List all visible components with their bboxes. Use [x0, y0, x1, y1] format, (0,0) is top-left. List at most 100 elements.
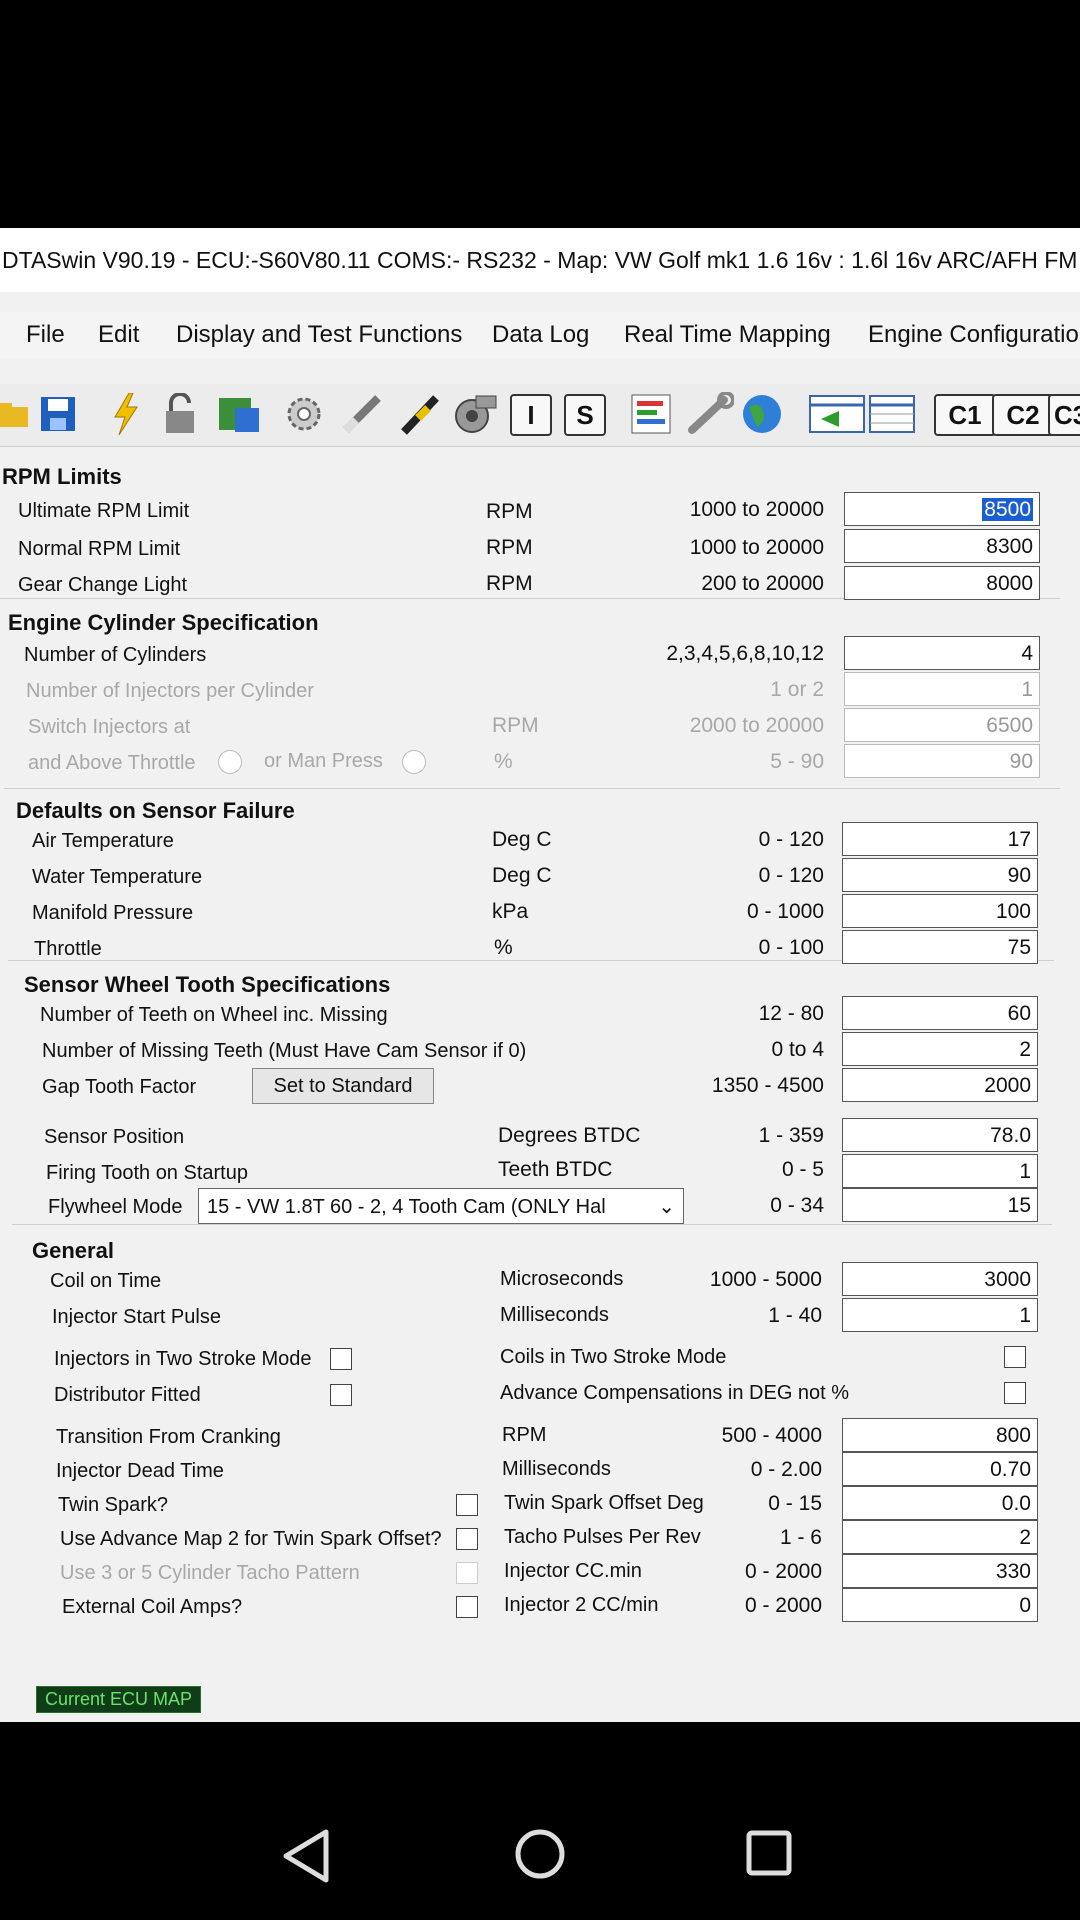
external-coil-amps-checkbox[interactable]	[456, 1596, 478, 1618]
flywheel-mode-input[interactable]: 15	[842, 1188, 1038, 1222]
menu-file[interactable]: File	[26, 312, 65, 358]
missing-teeth-input[interactable]: 2	[842, 1032, 1038, 1066]
c3-button[interactable]: C3	[1048, 394, 1080, 436]
injectors-per-cyl-input[interactable]: 1	[844, 672, 1040, 706]
teeth-on-wheel-input[interactable]: 60	[842, 996, 1038, 1030]
injector-cc-input[interactable]: 330	[842, 1554, 1038, 1588]
above-throttle-input[interactable]: 90	[844, 744, 1040, 778]
spark-plug-icon[interactable]	[340, 392, 384, 436]
advance-map2-checkbox[interactable]	[456, 1528, 478, 1550]
gear-icon[interactable]	[282, 392, 326, 436]
chart-icon[interactable]	[630, 392, 672, 436]
row-unit: %	[494, 936, 513, 959]
menu-data-log[interactable]: Data Log	[492, 312, 589, 358]
flywheel-mode-select[interactable]: 15 - VW 1.8T 60 - 2, 4 Tooth Cam (ONLY H…	[198, 1188, 684, 1224]
gap-tooth-input[interactable]: 2000	[842, 1068, 1038, 1102]
c2-button[interactable]: C2	[992, 394, 1054, 436]
row-range: 0 - 15	[768, 1492, 822, 1515]
row-label: Flywheel Mode	[48, 1196, 183, 1218]
row-range: 0 - 34	[770, 1194, 824, 1217]
back-icon[interactable]	[282, 1828, 330, 1884]
globe-icon[interactable]	[740, 392, 784, 436]
lock-icon[interactable]	[160, 392, 200, 436]
table-icon[interactable]	[868, 392, 916, 436]
twin-spark-offset-input[interactable]: 0.0	[842, 1486, 1038, 1520]
table-arrow-icon[interactable]	[808, 392, 866, 436]
distributor-fitted-checkbox[interactable]	[330, 1384, 352, 1406]
gear-change-input[interactable]: 8000	[844, 566, 1040, 600]
status-badge: Current ECU MAP	[36, 1686, 202, 1713]
window-title: DTASwin V90.19 - ECU:-S60V80.11 COMS:- R…	[0, 228, 1080, 292]
menu-engine-config[interactable]: Engine Configuratio	[868, 312, 1079, 358]
recents-icon[interactable]	[746, 1830, 792, 1876]
row-unit: Milliseconds	[500, 1304, 609, 1326]
firing-tooth-input[interactable]: 1	[842, 1154, 1038, 1188]
row-range: 500 - 4000	[721, 1424, 822, 1447]
cylinders-input[interactable]: 4	[844, 636, 1040, 670]
row-label: Use Advance Map 2 for Twin Spark Offset?	[60, 1528, 442, 1550]
tacho-pattern-checkbox[interactable]	[456, 1562, 478, 1584]
chip-icon[interactable]	[216, 392, 262, 436]
injector-dead-time-input[interactable]: 0.70	[842, 1452, 1038, 1486]
android-nav-bar	[0, 1770, 1080, 1920]
injector2-cc-input[interactable]: 0	[842, 1588, 1038, 1622]
set-to-standard-button[interactable]: Set to Standard	[252, 1068, 434, 1104]
injector-icon[interactable]	[398, 392, 442, 436]
row-range: 0 to 4	[771, 1038, 824, 1061]
row-range: 1350 - 4500	[711, 1074, 824, 1097]
menu-display-test[interactable]: Display and Test Functions	[176, 312, 462, 358]
throttle-radio[interactable]	[218, 750, 242, 774]
row-label: Advance Compensations in DEG not %	[500, 1382, 850, 1404]
menu-edit[interactable]: Edit	[98, 312, 139, 358]
row-unit: Deg C	[492, 828, 552, 851]
row-unit: %	[494, 750, 513, 773]
row-range: 1 or 2	[770, 678, 824, 701]
i-button[interactable]: I	[510, 394, 552, 436]
advance-comp-checkbox[interactable]	[1004, 1382, 1026, 1404]
air-temp-input[interactable]: 17	[842, 822, 1038, 856]
row-range: 0 - 120	[758, 864, 824, 887]
s-button[interactable]: S	[564, 394, 606, 436]
row-label: Injectors in Two Stroke Mode	[54, 1348, 312, 1370]
menu-real-time-mapping[interactable]: Real Time Mapping	[624, 312, 831, 358]
home-icon[interactable]	[514, 1828, 566, 1880]
group-title: RPM Limits	[2, 464, 122, 489]
row-unit: RPM	[492, 714, 539, 737]
row-label: Firing Tooth on Startup	[46, 1162, 248, 1184]
throttle-default-input[interactable]: 75	[842, 930, 1038, 964]
coil-on-time-input[interactable]: 3000	[842, 1262, 1038, 1296]
lightning-icon[interactable]	[106, 392, 146, 436]
row-unit: RPM	[486, 500, 533, 523]
flywheel-mode-value: 15 - VW 1.8T 60 - 2, 4 Tooth Cam (ONLY H…	[207, 1196, 606, 1218]
row-range: 5 - 90	[770, 750, 824, 773]
water-temp-input[interactable]: 90	[842, 858, 1038, 892]
manifold-pressure-input[interactable]: 100	[842, 894, 1038, 928]
wrench-icon[interactable]	[684, 392, 734, 436]
row-range: 1000 to 20000	[689, 536, 824, 559]
sensor-wheel-group: Sensor Wheel Tooth Specifications Number…	[12, 968, 1052, 1225]
row-label: Gap Tooth Factor	[42, 1076, 197, 1098]
transition-cranking-input[interactable]: 800	[842, 1418, 1038, 1452]
menu-bar: File Edit Display and Test Functions Dat…	[0, 312, 1080, 358]
injectors-two-stroke-checkbox[interactable]	[330, 1348, 352, 1370]
row-label: Gear Change Light	[18, 574, 188, 596]
row-range: 0 - 100	[758, 936, 824, 959]
injector-start-input[interactable]: 1	[842, 1298, 1038, 1332]
tacho-pulses-input[interactable]: 2	[842, 1520, 1038, 1554]
row-label: Use 3 or 5 Cylinder Tacho Pattern	[60, 1562, 360, 1584]
man-press-radio[interactable]	[402, 750, 426, 774]
turbo-icon[interactable]	[452, 392, 500, 436]
sensor-position-input[interactable]: 78.0	[842, 1118, 1038, 1152]
folder-icon[interactable]	[0, 392, 28, 436]
row-unit: RPM	[486, 572, 533, 595]
row-label: Manifold Pressure	[32, 902, 194, 924]
c1-button[interactable]: C1	[934, 394, 996, 436]
switch-injectors-input[interactable]: 6500	[844, 708, 1040, 742]
normal-rpm-input[interactable]: 8300	[844, 529, 1040, 563]
row-label: Twin Spark?	[58, 1494, 169, 1516]
row-range: 0 - 2000	[744, 1560, 822, 1583]
twin-spark-checkbox[interactable]	[456, 1494, 478, 1516]
ultimate-rpm-input[interactable]: 8500	[844, 492, 1040, 526]
coils-two-stroke-checkbox[interactable]	[1004, 1346, 1026, 1368]
save-icon[interactable]	[38, 392, 78, 436]
